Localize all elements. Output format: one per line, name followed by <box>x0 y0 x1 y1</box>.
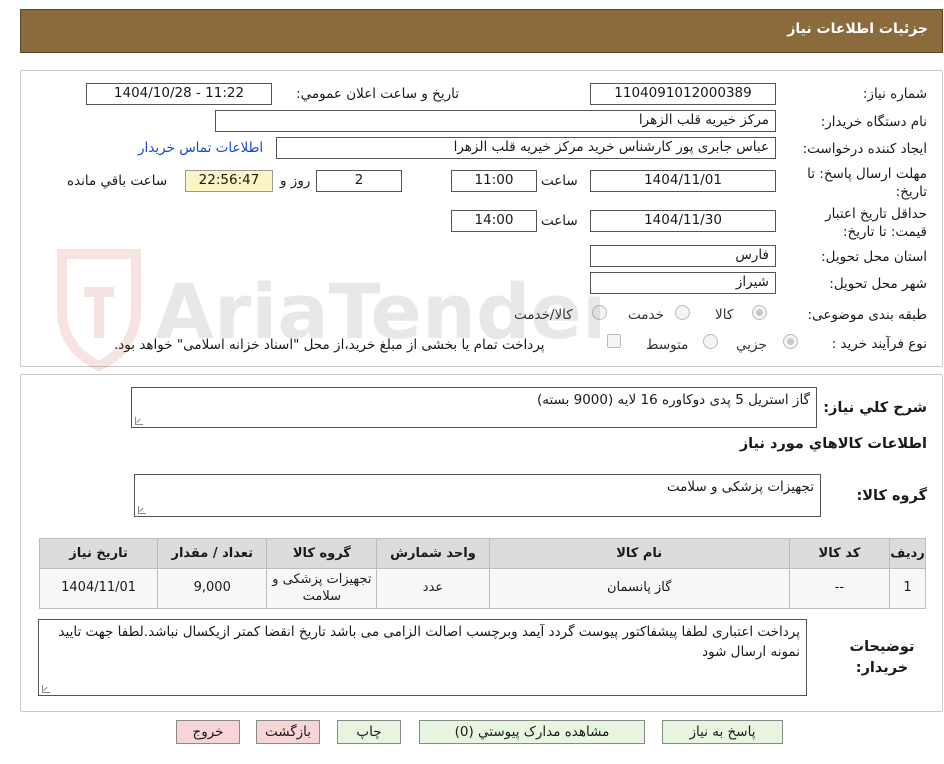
deadline-time-field: 11:00 <box>451 170 537 192</box>
validity-time-label: ساعت <box>541 213 578 229</box>
category-option-goods: کالا <box>715 307 734 323</box>
back-button[interactable]: بازگشت <box>256 720 320 744</box>
deadline-label: مهلت ارسال پاسخ: تا تاریخ: <box>807 166 927 200</box>
process-radio-minor[interactable] <box>783 334 798 349</box>
col-header-name: نام کالا <box>488 538 790 569</box>
page-title: جزئیات اطلاعات نیاز <box>787 21 928 37</box>
process-radio-medium[interactable] <box>703 334 718 349</box>
announce-field: 1404/10/28 - 11:22 <box>86 83 272 105</box>
validity-label: حداقل تاريخ اعتبار قيمت: تا تاريخ: <box>825 206 927 240</box>
deadline-date-field: 1404/11/01 <box>590 170 776 192</box>
col-header-code: کد کالا <box>788 538 890 569</box>
col-header-unit: واحد شمارش <box>376 538 490 569</box>
buyer-contact-link[interactable]: اطلاعات تماس خريدار <box>138 140 263 156</box>
summary-textarea[interactable]: گاز استریل 5 پدی دوکاوره 16 لایه (9000 ب… <box>131 387 817 428</box>
table-row: 1 -- گاز پانسمان عدد تجهیزات پزشکی و سلا… <box>38 568 927 609</box>
treasury-checkbox[interactable] <box>607 334 621 348</box>
cell-code: -- <box>788 568 890 609</box>
page-header: جزئیات اطلاعات نیاز <box>20 9 943 53</box>
items-table: رديف کد کالا نام کالا واحد شمارش گروه کا… <box>38 538 927 609</box>
category-option-goods-service: کالا/خدمت <box>514 307 573 323</box>
deadline-time-label: ساعت <box>541 173 578 189</box>
goods-group-text: تجهیزات پزشکی و سلامت <box>666 479 814 495</box>
cell-quantity: 9,000 <box>157 568 268 609</box>
reply-button[interactable]: پاسخ به نياز <box>662 720 783 744</box>
category-option-service: خدمت <box>628 307 664 323</box>
goods-group-textarea[interactable]: تجهیزات پزشکی و سلامت <box>134 474 821 517</box>
deadline-days-field: 2 <box>316 170 402 192</box>
cell-need-date: 1404/11/01 <box>38 568 159 609</box>
process-label: نوع فرآیند خرید : <box>831 336 927 352</box>
requester-field: عباس جابری پور کارشناس خرید مرکز خیریه ق… <box>276 137 776 159</box>
resize-handle-icon[interactable] <box>138 506 146 514</box>
buyer-org-field: مرکز خیریه قلب الزهرا <box>215 110 776 132</box>
buyer-notes-textarea[interactable]: پرداخت اعتباری لطفا پیشفاکتور پیوست گردد… <box>38 619 807 696</box>
view-attachments-button[interactable]: مشاهده مدارک پيوستي (0) <box>419 720 645 744</box>
announce-label: تاریخ و ساعت اعلان عمومي: <box>296 86 459 102</box>
province-field: فارس <box>590 245 776 267</box>
deadline-days-label: روز و <box>280 173 311 189</box>
city-field: شیراز <box>590 272 776 294</box>
requester-label: ايجاد کننده درخواست: <box>802 141 927 157</box>
cell-row-num: 1 <box>888 568 927 609</box>
cell-name: گاز پانسمان <box>488 568 790 609</box>
table-header-row: رديف کد کالا نام کالا واحد شمارش گروه کا… <box>38 538 927 569</box>
remaining-time-label: ساعت باقي مانده <box>67 173 168 189</box>
category-radio-goods-service[interactable] <box>592 305 607 320</box>
remaining-time-field: 22:56:47 <box>185 170 273 192</box>
exit-button[interactable]: خروج <box>176 720 240 744</box>
buyer-org-label: نام دستگاه خريدار: <box>820 114 927 130</box>
need-number-label: شماره نیاز: <box>862 86 927 102</box>
city-label: شهر محل تحويل: <box>829 276 927 292</box>
process-option-medium: متوسط <box>646 337 689 353</box>
buyer-notes-text: پرداخت اعتباری لطفا پیشفاکتور پیوست گردد… <box>58 624 800 660</box>
category-radio-goods[interactable] <box>752 305 767 320</box>
col-header-quantity: تعداد / مقدار <box>157 538 268 569</box>
goods-group-label: گروه کالا: <box>856 488 927 504</box>
process-option-minor: جزيي <box>736 337 767 353</box>
treasury-note: پرداخت تمام یا بخشی از مبلغ خرید،از محل … <box>114 337 545 353</box>
validity-date-field: 1404/11/30 <box>590 210 776 232</box>
cell-group: تجهیزات پزشکی و سلامت <box>266 568 378 609</box>
summary-label: شرح کلي نياز: <box>823 400 927 416</box>
cell-unit: عدد <box>376 568 490 609</box>
category-radio-service[interactable] <box>675 305 690 320</box>
province-label: استان محل تحويل: <box>821 249 927 265</box>
need-number-field: 1104091012000389 <box>590 83 776 105</box>
resize-handle-icon[interactable] <box>135 417 143 425</box>
category-label: طبقه بندی موضوعی: <box>807 307 927 323</box>
goods-section-title: اطلاعات کالاهاي مورد نياز <box>739 436 927 452</box>
resize-handle-icon[interactable] <box>42 685 50 693</box>
print-button[interactable]: چاپ <box>337 720 401 744</box>
buyer-notes-label: توضيحات خريدار: <box>849 639 915 677</box>
col-header-need-date: تاريخ نياز <box>38 538 159 569</box>
col-header-group: گروه کالا <box>266 538 378 569</box>
col-header-row-num: رديف <box>888 538 927 569</box>
validity-time-field: 14:00 <box>451 210 537 232</box>
summary-text: گاز استریل 5 پدی دوکاوره 16 لایه (9000 ب… <box>536 392 810 408</box>
